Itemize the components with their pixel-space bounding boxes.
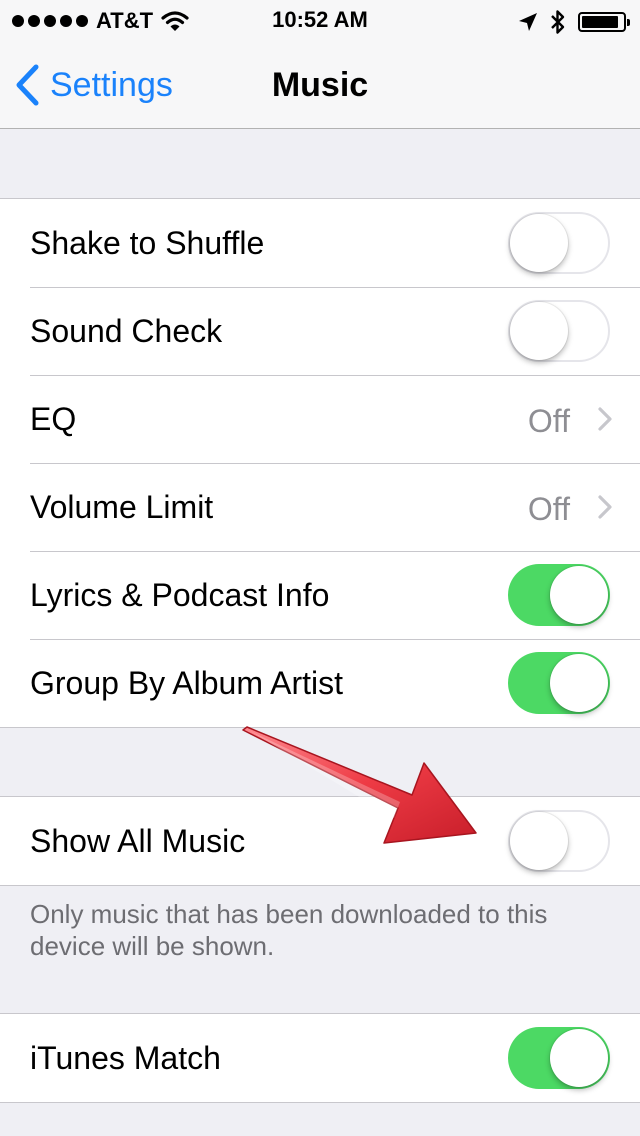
row-sound-check: Sound Check [0, 287, 640, 375]
row-volume-limit[interactable]: Volume Limit Off [0, 463, 640, 551]
row-label: Lyrics & Podcast Info [30, 577, 330, 613]
show-all-music-toggle[interactable] [508, 810, 610, 872]
row-label: Shake to Shuffle [30, 225, 265, 261]
row-show-all-music: Show All Music [0, 797, 640, 885]
shake-to-shuffle-toggle[interactable] [508, 212, 610, 274]
row-label: Sound Check [30, 313, 223, 349]
page-title: Music [271, 66, 369, 104]
eq-value: Off [527, 403, 570, 439]
location-arrow-icon [519, 13, 537, 31]
row-label: Group By Album Artist [30, 665, 344, 701]
row-itunes-match: iTunes Match [0, 1014, 640, 1102]
navigation-bar: Settings Music [0, 40, 640, 129]
status-bar: AT&T 10:52 AM [0, 0, 640, 40]
chevron-right-icon [598, 407, 612, 431]
lyrics-podcast-info-toggle[interactable] [508, 564, 610, 626]
battery-level [582, 16, 618, 28]
row-label: iTunes Match [30, 1040, 221, 1076]
chevron-right-icon [598, 495, 612, 519]
volume-limit-value: Off [527, 491, 570, 527]
itunes-match-toggle[interactable] [508, 1027, 610, 1089]
row-label: EQ [30, 401, 77, 437]
row-shake-to-shuffle: Shake to Shuffle [0, 199, 640, 287]
settings-group-itunes-match: iTunes Match [0, 1013, 640, 1103]
row-eq[interactable]: EQ Off [0, 375, 640, 463]
row-label: Volume Limit [30, 489, 214, 525]
settings-group-playback: Shake to Shuffle Sound Check EQ Off Volu… [0, 198, 640, 728]
settings-group-show-all-music: Show All Music [0, 796, 640, 886]
group-by-album-artist-toggle[interactable] [508, 652, 610, 714]
row-lyrics-podcast-info: Lyrics & Podcast Info [0, 551, 640, 639]
show-all-music-footer: Only music that has been downloaded to t… [30, 899, 548, 961]
battery-icon [578, 12, 630, 32]
row-group-by-album-artist: Group By Album Artist [0, 639, 640, 727]
row-label: Show All Music [30, 823, 246, 859]
bluetooth-icon [551, 10, 565, 34]
sound-check-toggle[interactable] [508, 300, 610, 362]
